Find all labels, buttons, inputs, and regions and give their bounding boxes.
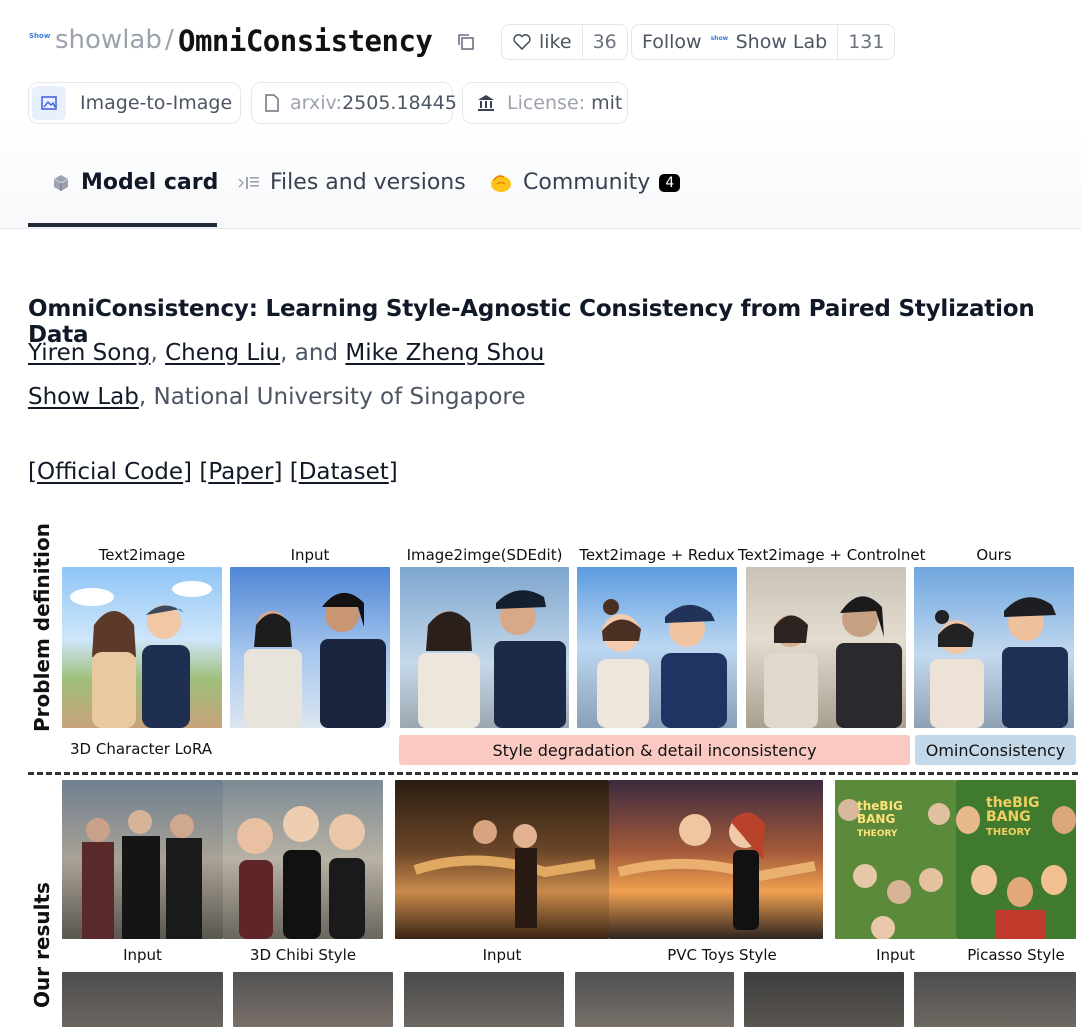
active-tab-indicator [28,223,217,227]
row-label-results: Our results [30,882,54,1008]
author-link[interactable]: Cheng Liu [165,340,280,366]
image-group-styled [404,972,564,1027]
community-icon [489,172,513,194]
follow-button-group: Follow show Show Lab 131 [631,24,896,60]
image-photo-input [62,780,223,939]
arxiv-tag[interactable]: arxiv: 2505.18445 [251,82,457,124]
org-name-link[interactable]: showlab [55,25,162,55]
tab-model-card[interactable]: Model card [51,170,218,195]
image-group-styled [233,972,393,1027]
poster-title-line: theBIG [857,799,903,813]
degradation-bar: Style degradation & detail inconsistency [399,735,910,765]
like-count[interactable]: 36 [581,25,627,59]
pipeline-tag-label: Image-to-Image [80,92,233,114]
column-label: Text2image [98,546,186,564]
image-film-input [395,780,609,939]
author-link[interactable]: Mike Zheng Shou [345,340,544,366]
poster-title-line: THEORY [857,829,898,839]
paper-icon [264,92,280,114]
image-redux [577,567,737,728]
poster-title: theBIG BANG THEORY [857,800,903,841]
affiliation-link[interactable]: Show Lab [28,384,139,410]
org-small-icon: show [710,35,729,42]
result-caption: 3D Chibi Style [249,946,357,964]
affiliation-line: Show Lab, National University of Singapo… [28,384,526,410]
column-label: Text2image + Redux [579,546,735,564]
image-group-styled [914,972,1076,1027]
poster-title-line: BANG [986,809,1031,825]
poster-title-line: BANG [857,812,896,826]
org-avatar-text: Show [29,32,51,40]
author-separator: , [150,340,166,366]
image-pvc-style [609,780,823,939]
follow-label: Follow [642,31,702,53]
model-name-link[interactable]: OmniConsistency [178,24,433,58]
image-sdedit [400,567,569,728]
dashed-divider [28,772,1078,775]
ours-bar: OminConsistency [915,735,1076,765]
column-label: Ours [976,546,1012,564]
result-caption: PVC Toys Style [667,946,777,964]
copy-icon[interactable] [456,32,476,52]
result-caption: Input [123,946,162,964]
official-code-link[interactable]: Official Code [37,459,183,485]
author-link[interactable]: Yiren Song [28,340,150,366]
tab-files-and-versions[interactable]: Files and versions [238,170,466,195]
image-input [230,567,390,728]
like-button-group: like 36 [501,24,628,60]
tab-community[interactable]: Community 4 [489,170,681,195]
column-label: Text2image + Controlnet [738,546,926,564]
files-icon [238,175,260,191]
path-separator: / [165,25,174,55]
image-picasso-style: theBIG BANG THEORY [956,780,1076,939]
cube-icon [51,173,71,193]
result-caption: Input [876,946,915,964]
like-label: like [539,31,572,53]
follow-org-label: Show Lab [735,31,828,53]
poster-title: theBIG BANG THEORY [986,796,1040,840]
teaser-figure: Problem definition Our results Text2imag… [28,523,1078,1027]
result-caption: Picasso Style [967,946,1065,964]
dataset-link[interactable]: Dataset [299,459,389,485]
tab-files-label: Files and versions [270,170,466,195]
bank-icon [475,92,497,114]
license-value: mit [591,92,623,114]
author-separator: , and [280,340,346,366]
column-label: Input [290,546,330,564]
image-group-styled [744,972,904,1027]
community-count-badge: 4 [659,173,681,192]
lora-label: 3D Character LoRA [70,740,213,758]
affiliation-text: , National University of Singapore [138,384,526,410]
paper-link[interactable]: Paper [208,459,273,485]
image-chibi-style [223,780,383,939]
image-group-photo [62,972,223,1027]
tab-model-card-label: Model card [81,170,219,195]
image-poster-input: theBIG BANG THEORY [835,780,956,939]
follow-button[interactable]: Follow show Show Lab [632,25,837,59]
license-tag[interactable]: License: mit [462,82,628,124]
arxiv-id: 2505.18445 [342,92,457,114]
heart-icon [513,34,531,51]
resource-links: [Official Code] [Paper] [Dataset] [28,459,398,485]
arxiv-prefix: arxiv: [290,92,343,114]
result-caption: Input [482,946,522,964]
license-prefix: License: [507,92,586,114]
image-icon [32,86,66,120]
image-controlnet [746,567,906,728]
image-ours [914,567,1074,728]
tab-community-label: Community [523,170,651,195]
poster-title-line: THEORY [986,827,1031,838]
org-avatar[interactable]: Show [29,32,51,50]
authors-line: Yiren Song, Cheng Liu, and Mike Zheng Sh… [28,340,544,366]
image-group-styled [575,972,734,1027]
like-button[interactable]: like [502,25,582,59]
pipeline-tag[interactable]: Image-to-Image [28,82,241,124]
column-label: Image2imge(SDEdit) [406,546,563,564]
follower-count[interactable]: 131 [837,25,894,59]
image-text2image [62,567,222,728]
row-label-problem: Problem definition [30,523,54,732]
